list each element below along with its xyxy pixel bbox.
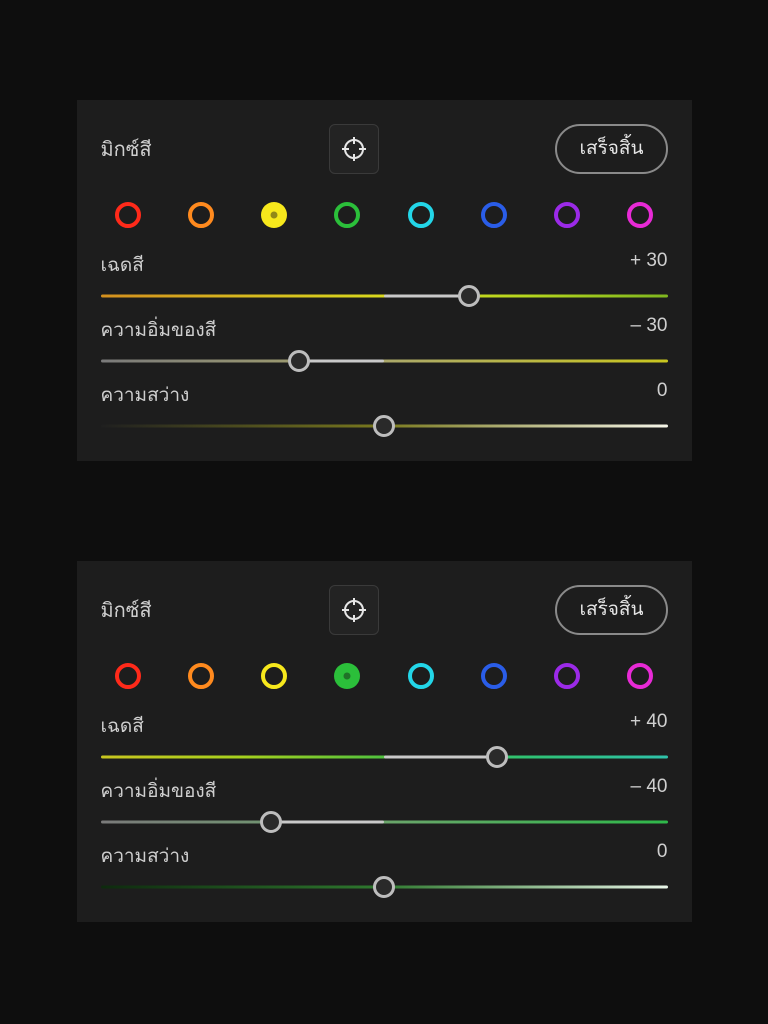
swatch-purple[interactable] [554, 202, 580, 228]
swatch-orange[interactable] [188, 202, 214, 228]
done-button[interactable]: เสร็จสิ้น [555, 585, 667, 635]
saturation-gradient [101, 359, 668, 362]
luminance-value: 0 [657, 841, 668, 871]
saturation-slider[interactable] [101, 359, 668, 362]
swatch-green[interactable] [334, 202, 360, 228]
luminance-slider-group: ความสว่าง 0 [101, 841, 668, 888]
swatch-orange[interactable] [188, 663, 214, 689]
saturation-label: ความอิ่มของสี [101, 315, 217, 345]
swatch-yellow[interactable] [261, 663, 287, 689]
targeted-adjustment-button[interactable] [329, 124, 379, 174]
luminance-slider[interactable] [101, 885, 668, 888]
saturation-label: ความอิ่มของสี [101, 776, 217, 806]
slider-active-range [271, 820, 384, 823]
slider-thumb[interactable] [373, 876, 395, 898]
done-button[interactable]: เสร็จสิ้น [555, 124, 667, 174]
swatch-purple[interactable] [554, 663, 580, 689]
color-swatch-row [101, 202, 668, 228]
saturation-slider-group: ความอิ่มของสี – 30 [101, 315, 668, 362]
color-swatch-row [101, 663, 668, 689]
hue-value: + 40 [630, 711, 668, 741]
saturation-value: – 30 [631, 315, 668, 345]
swatch-yellow[interactable] [261, 202, 287, 228]
swatch-magenta[interactable] [627, 663, 653, 689]
target-icon [342, 137, 366, 161]
color-mix-panel: มิกซ์สี เสร็จสิ้น เฉดสี + 30 [77, 100, 692, 461]
luminance-value: 0 [657, 380, 668, 410]
slider-active-range [384, 755, 497, 758]
saturation-value: – 40 [631, 776, 668, 806]
hue-slider-group: เฉดสี + 30 [101, 250, 668, 297]
color-mix-panel: มิกซ์สี เสร็จสิ้น เฉดสี + 40 [77, 561, 692, 922]
hue-slider[interactable] [101, 294, 668, 297]
swatch-red[interactable] [115, 663, 141, 689]
slider-thumb[interactable] [486, 746, 508, 768]
slider-thumb[interactable] [260, 811, 282, 833]
hue-value: + 30 [630, 250, 668, 280]
swatch-green[interactable] [334, 663, 360, 689]
hue-label: เฉดสี [101, 711, 144, 741]
luminance-slider-group: ความสว่าง 0 [101, 380, 668, 427]
slider-active-range [299, 359, 384, 362]
swatch-aqua[interactable] [408, 202, 434, 228]
hue-label: เฉดสี [101, 250, 144, 280]
hue-slider[interactable] [101, 755, 668, 758]
luminance-label: ความสว่าง [101, 380, 190, 410]
slider-thumb[interactable] [373, 415, 395, 437]
luminance-slider[interactable] [101, 424, 668, 427]
luminance-label: ความสว่าง [101, 841, 190, 871]
swatch-blue[interactable] [481, 663, 507, 689]
slider-thumb[interactable] [288, 350, 310, 372]
swatch-red[interactable] [115, 202, 141, 228]
swatch-magenta[interactable] [627, 202, 653, 228]
panel-title: มิกซ์สี [101, 594, 152, 626]
hue-slider-group: เฉดสี + 40 [101, 711, 668, 758]
saturation-gradient [101, 820, 668, 823]
panel-title: มิกซ์สี [101, 133, 152, 165]
slider-active-range [384, 294, 469, 297]
targeted-adjustment-button[interactable] [329, 585, 379, 635]
saturation-slider-group: ความอิ่มของสี – 40 [101, 776, 668, 823]
swatch-aqua[interactable] [408, 663, 434, 689]
slider-thumb[interactable] [458, 285, 480, 307]
panel-header: มิกซ์สี เสร็จสิ้น [101, 585, 668, 635]
panel-header: มิกซ์สี เสร็จสิ้น [101, 124, 668, 174]
saturation-slider[interactable] [101, 820, 668, 823]
target-icon [342, 598, 366, 622]
swatch-blue[interactable] [481, 202, 507, 228]
